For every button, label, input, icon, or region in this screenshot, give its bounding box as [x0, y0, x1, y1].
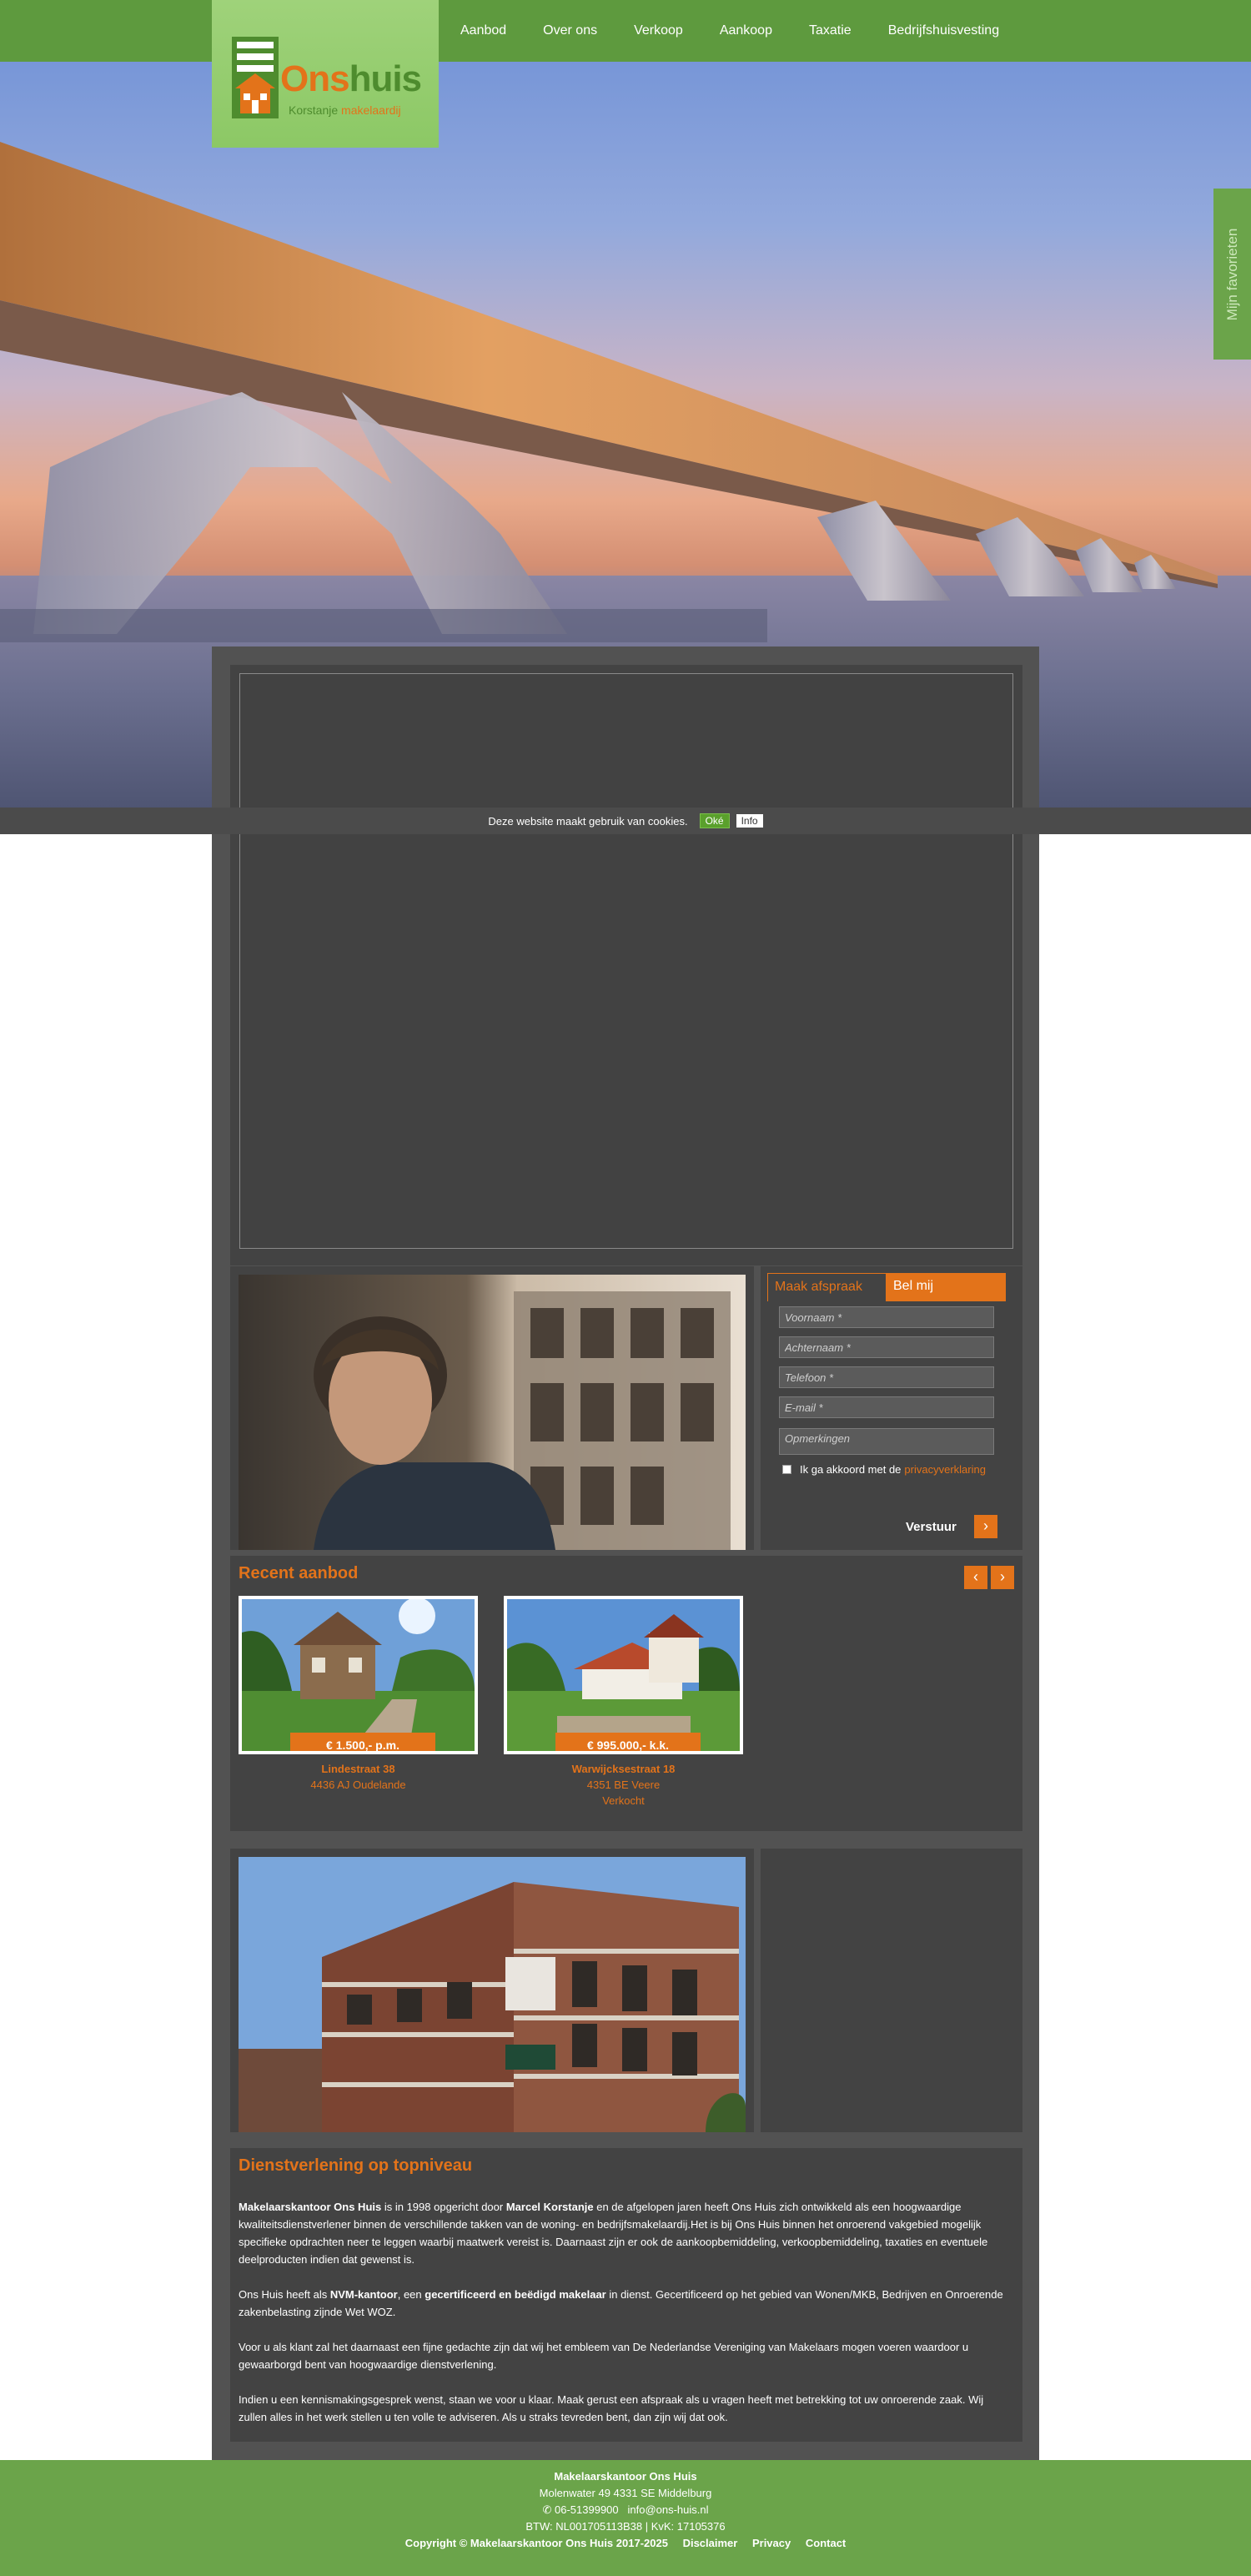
text-span: , een: [397, 2288, 425, 2301]
agent-portrait-photo: [239, 1275, 746, 1550]
cookie-bar: Deze website maakt gebruik van cookies. …: [0, 808, 1251, 834]
prev-listings-button[interactable]: ‹: [964, 1566, 987, 1589]
recent-listings-title: Recent aanbod: [239, 1564, 359, 1582]
footer-contact: ✆ 06-51399900 info@ons-huis.nl: [0, 2502, 1251, 2518]
services-panel: Dienstverlening op topniveau Makelaarska…: [230, 2148, 1022, 2442]
text-span: Ons Huis heeft als: [239, 2288, 330, 2301]
nvm-office-label: NVM-kantoor: [329, 2288, 398, 2301]
last-name-field[interactable]: [779, 1336, 994, 1358]
nav-item-aanbod[interactable]: Aanbod: [460, 23, 506, 38]
main-content: Maak afspraak Bel mij Ik ga akkoord met …: [212, 647, 1039, 2460]
cookie-ok-button[interactable]: Oké: [699, 813, 730, 828]
favorites-tab-label: Mijn favorieten: [1223, 228, 1240, 320]
submit-label[interactable]: Verstuur: [906, 1520, 957, 1534]
footer-email[interactable]: info@ons-huis.nl: [627, 2503, 708, 2516]
listing-city: 4436 AJ Oudelande: [310, 1779, 406, 1791]
listing-price: € 995.000,- k.k.: [555, 1733, 701, 1751]
empty-side-panel: [761, 1849, 1022, 2132]
phone-icon: ✆: [542, 2503, 552, 2516]
company-name: Makelaarskantoor Ons Huis: [239, 2201, 382, 2213]
footer-phone[interactable]: 06-51399900: [555, 2503, 619, 2516]
phone-field[interactable]: [779, 1366, 994, 1388]
nav-item-verkoop[interactable]: Verkoop: [634, 23, 683, 38]
services-paragraph: Ons Huis heeft als NVM-kantoor, een gece…: [239, 2286, 1006, 2321]
remarks-field[interactable]: [779, 1428, 994, 1455]
services-title: Dienstverlening op topniveau: [239, 2156, 473, 2175]
logo-word-ons: Ons: [280, 58, 350, 99]
listing-card[interactable]: € 1.500,- p.m. Lindestraat 38 4436 AJ Ou…: [239, 1596, 478, 1791]
tab-bel-mij[interactable]: Bel mij: [887, 1273, 1006, 1301]
nav-item-taxatie[interactable]: Taxatie: [809, 23, 852, 38]
media-panel: [230, 665, 1022, 1265]
footer: Makelaarskantoor Ons Huis Molenwater 49 …: [0, 2460, 1251, 2576]
tab-maak-afspraak[interactable]: Maak afspraak: [767, 1273, 887, 1301]
privacy-statement-link[interactable]: privacyverklaring: [904, 1463, 986, 1476]
privacy-consent-label: Ik ga akkoord met de: [800, 1463, 902, 1476]
services-paragraph: Indien u een kennismakingsgesprek wenst,…: [239, 2393, 984, 2423]
privacy-consent-row: Ik ga akkoord met de privacyverklaring: [779, 1463, 986, 1476]
services-paragraph: Makelaarskantoor Ons Huis is in 1998 opg…: [239, 2198, 1006, 2268]
nav-item-aankoop[interactable]: Aankoop: [720, 23, 772, 38]
listing-street: Lindestraat 38: [321, 1763, 395, 1775]
certified-agent-label: gecertificeerd en beëdigd makelaar: [425, 2288, 606, 2301]
listing-card[interactable]: € 995.000,- k.k. Warwijcksestraat 18 435…: [504, 1596, 743, 1807]
text-span: is in 1998 opgericht door: [381, 2201, 506, 2213]
logo-sub-makelaardij: makelaardij: [341, 103, 401, 117]
listing-photo[interactable]: € 995.000,- k.k.: [504, 1596, 743, 1754]
services-paragraph: Voor u als klant zal het daarnaast een f…: [239, 2341, 969, 2371]
appointment-form-panel: Maak afspraak Bel mij Ik ga akkoord met …: [761, 1266, 1022, 1550]
nav-item-over-ons[interactable]: Over ons: [543, 23, 597, 38]
form-tabs: Maak afspraak Bel mij: [767, 1273, 1006, 1301]
footer-link-disclaimer[interactable]: Disclaimer: [683, 2537, 738, 2549]
listing-city: 4351 BE Veere: [586, 1779, 661, 1791]
embedded-media-frame[interactable]: [239, 673, 1013, 1249]
first-name-field[interactable]: [779, 1306, 994, 1328]
house-logo-icon: [232, 37, 279, 118]
footer-copyright: Copyright © Makelaarskantoor Ons Huis 20…: [404, 2537, 668, 2549]
chevron-left-icon: ‹: [973, 1568, 978, 1585]
recent-listings-panel: Recent aanbod ‹ › € 1.500,- p.m. Lindest…: [230, 1556, 1022, 1831]
footer-address: Molenwater 49 4331 SE Middelburg: [539, 2487, 712, 2499]
logo-subtitle: Korstanje makelaardij: [289, 103, 401, 117]
portrait-panel: [230, 1266, 754, 1550]
listing-price: € 1.500,- p.m.: [290, 1733, 435, 1751]
privacy-checkbox[interactable]: [782, 1465, 791, 1474]
founder-name: Marcel Korstanje: [505, 2201, 594, 2213]
footer-link-privacy[interactable]: Privacy: [752, 2537, 791, 2549]
cookie-info-button[interactable]: Info: [736, 814, 763, 828]
office-photo-panel: [230, 1849, 754, 2132]
submit-button[interactable]: ›: [974, 1515, 997, 1538]
listing-photo[interactable]: € 1.500,- p.m.: [239, 1596, 478, 1754]
next-listings-button[interactable]: ›: [991, 1566, 1014, 1589]
listing-status: Verkocht: [602, 1794, 645, 1807]
favorites-tab[interactable]: Mijn favorieten: [1213, 189, 1251, 360]
nav-item-bedrijfshuisvesting[interactable]: Bedrijfshuisvesting: [888, 23, 999, 38]
listing-street: Warwijcksestraat 18: [571, 1763, 676, 1775]
chevron-right-icon: ›: [1000, 1568, 1005, 1585]
email-field[interactable]: [779, 1396, 994, 1418]
logo-wordmark: Onshuis: [280, 58, 422, 100]
cookie-message: Deze website maakt gebruik van cookies.: [488, 814, 688, 828]
logo-sub-korstanje: Korstanje: [289, 103, 339, 117]
footer-bottom-line: Copyright © Makelaarskantoor Ons Huis 20…: [0, 2535, 1251, 2552]
services-text: Makelaarskantoor Ons Huis is in 1998 opg…: [239, 2198, 1006, 2443]
logo[interactable]: Onshuis Korstanje makelaardij: [212, 0, 439, 148]
chevron-right-icon: ›: [983, 1517, 988, 1534]
footer-link-contact[interactable]: Contact: [806, 2537, 846, 2549]
footer-registration: BTW: NL001705113B38 | KvK: 17105376: [525, 2520, 726, 2533]
main-nav: Aanbod Over ons Verkoop Aankoop Taxatie …: [460, 0, 1036, 62]
footer-company: Makelaarskantoor Ons Huis: [554, 2470, 697, 2483]
office-building-photo: [239, 1857, 746, 2132]
logo-word-huis: huis: [349, 58, 422, 99]
